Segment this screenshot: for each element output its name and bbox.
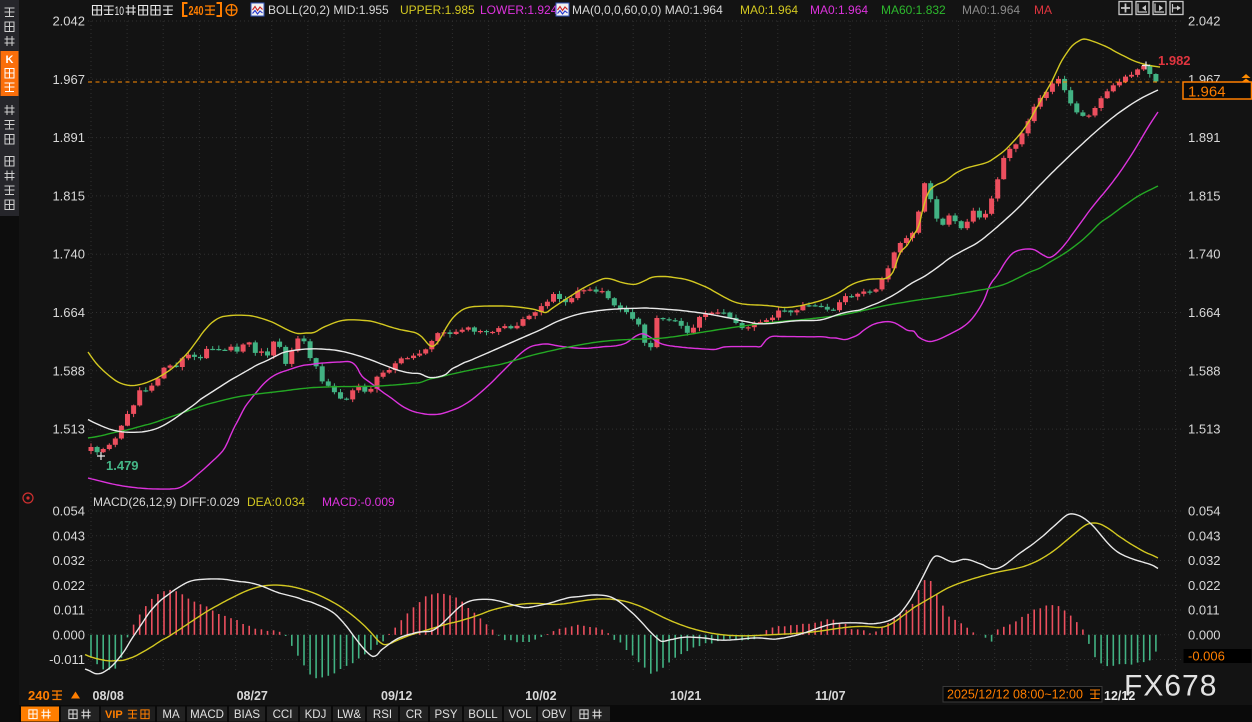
svg-text:MA0:1.964: MA0:1.964: [962, 3, 1020, 17]
svg-text:2.042: 2.042: [52, 14, 85, 29]
svg-text:CCI: CCI: [273, 709, 293, 721]
svg-text:10/21: 10/21: [670, 689, 701, 703]
svg-text:1.982: 1.982: [1158, 53, 1191, 68]
svg-text:MACD: MACD: [190, 709, 224, 721]
svg-text:0.054: 0.054: [1188, 504, 1221, 519]
svg-text:UPPER:1.985: UPPER:1.985: [400, 3, 475, 17]
svg-text:MA: MA: [162, 709, 180, 721]
svg-text:240: 240: [28, 688, 50, 703]
svg-text:0.000: 0.000: [1188, 627, 1221, 642]
svg-text:VOL: VOL: [508, 709, 532, 721]
svg-text:1.513: 1.513: [1188, 422, 1221, 437]
svg-text:BIAS: BIAS: [234, 709, 261, 721]
svg-text:1.815: 1.815: [52, 188, 85, 203]
svg-text:PSY: PSY: [434, 709, 457, 721]
svg-text:1.513: 1.513: [52, 422, 85, 437]
svg-text:MA60:1.832: MA60:1.832: [881, 3, 946, 17]
svg-text:0.032: 0.032: [1188, 553, 1221, 568]
svg-text:MACD:-0.009: MACD:-0.009: [322, 495, 395, 509]
svg-text:1.588: 1.588: [52, 363, 85, 378]
svg-text:LW&: LW&: [337, 709, 361, 721]
svg-text:1.664: 1.664: [52, 305, 85, 320]
svg-text:0.011: 0.011: [1188, 603, 1220, 618]
svg-text:10: 10: [115, 4, 125, 18]
svg-text:BOLL(20,2) MID:1.955: BOLL(20,2) MID:1.955: [268, 3, 389, 17]
svg-text:RSI: RSI: [373, 709, 392, 721]
svg-text:1.891: 1.891: [52, 130, 85, 145]
svg-text:2.042: 2.042: [1188, 14, 1221, 29]
svg-text:0.011: 0.011: [53, 603, 85, 618]
svg-text:0.022: 0.022: [52, 578, 85, 593]
svg-text:1.664: 1.664: [1188, 305, 1221, 320]
svg-text:08/08: 08/08: [93, 689, 124, 703]
svg-text:-0.006: -0.006: [1188, 649, 1225, 664]
svg-text:OBV: OBV: [542, 709, 567, 721]
svg-text:VIP: VIP: [105, 709, 123, 721]
svg-text:-0.011: -0.011: [49, 652, 85, 667]
svg-text:1.740: 1.740: [1188, 247, 1221, 262]
svg-text:FX678: FX678: [1124, 670, 1217, 703]
svg-text:MA0:1.964: MA0:1.964: [810, 3, 868, 17]
svg-text:2025/12/12 08:00~12:00: 2025/12/12 08:00~12:00: [947, 688, 1083, 702]
svg-text:1.479: 1.479: [106, 458, 139, 473]
svg-text:08/27: 08/27: [237, 689, 268, 703]
svg-text:0.043: 0.043: [52, 528, 85, 543]
svg-text:0.043: 0.043: [1188, 528, 1221, 543]
svg-text:0.054: 0.054: [52, 504, 85, 519]
svg-text:1.891: 1.891: [1188, 130, 1221, 145]
svg-text:DEA:0.034: DEA:0.034: [247, 495, 305, 509]
svg-text:MA0:1.964: MA0:1.964: [740, 3, 798, 17]
svg-text:MACD(26,12,9) DIFF:0.029: MACD(26,12,9) DIFF:0.029: [93, 495, 240, 509]
svg-text:K: K: [6, 54, 14, 66]
svg-text:1.815: 1.815: [1188, 188, 1221, 203]
svg-text:KDJ: KDJ: [305, 709, 327, 721]
svg-text:240: 240: [189, 4, 204, 18]
svg-text:09/12: 09/12: [381, 689, 412, 703]
svg-text:BOLL: BOLL: [468, 709, 498, 721]
svg-text:1.967: 1.967: [52, 72, 85, 87]
svg-text:1.740: 1.740: [52, 247, 85, 262]
svg-text:0.000: 0.000: [52, 627, 85, 642]
svg-text:CR: CR: [406, 709, 423, 721]
svg-text:1.588: 1.588: [1188, 363, 1221, 378]
svg-text:MA: MA: [1034, 3, 1052, 17]
svg-text:0.022: 0.022: [1188, 578, 1221, 593]
svg-text:1.964: 1.964: [1188, 84, 1226, 101]
svg-text:10/02: 10/02: [525, 689, 556, 703]
svg-text:11/07: 11/07: [815, 689, 846, 703]
svg-text:LOWER:1.924: LOWER:1.924: [480, 3, 558, 17]
svg-text:0.032: 0.032: [52, 553, 85, 568]
svg-text:MA(0,0,0,60,0,0) MA0:1.964: MA(0,0,0,60,0,0) MA0:1.964: [572, 3, 723, 17]
